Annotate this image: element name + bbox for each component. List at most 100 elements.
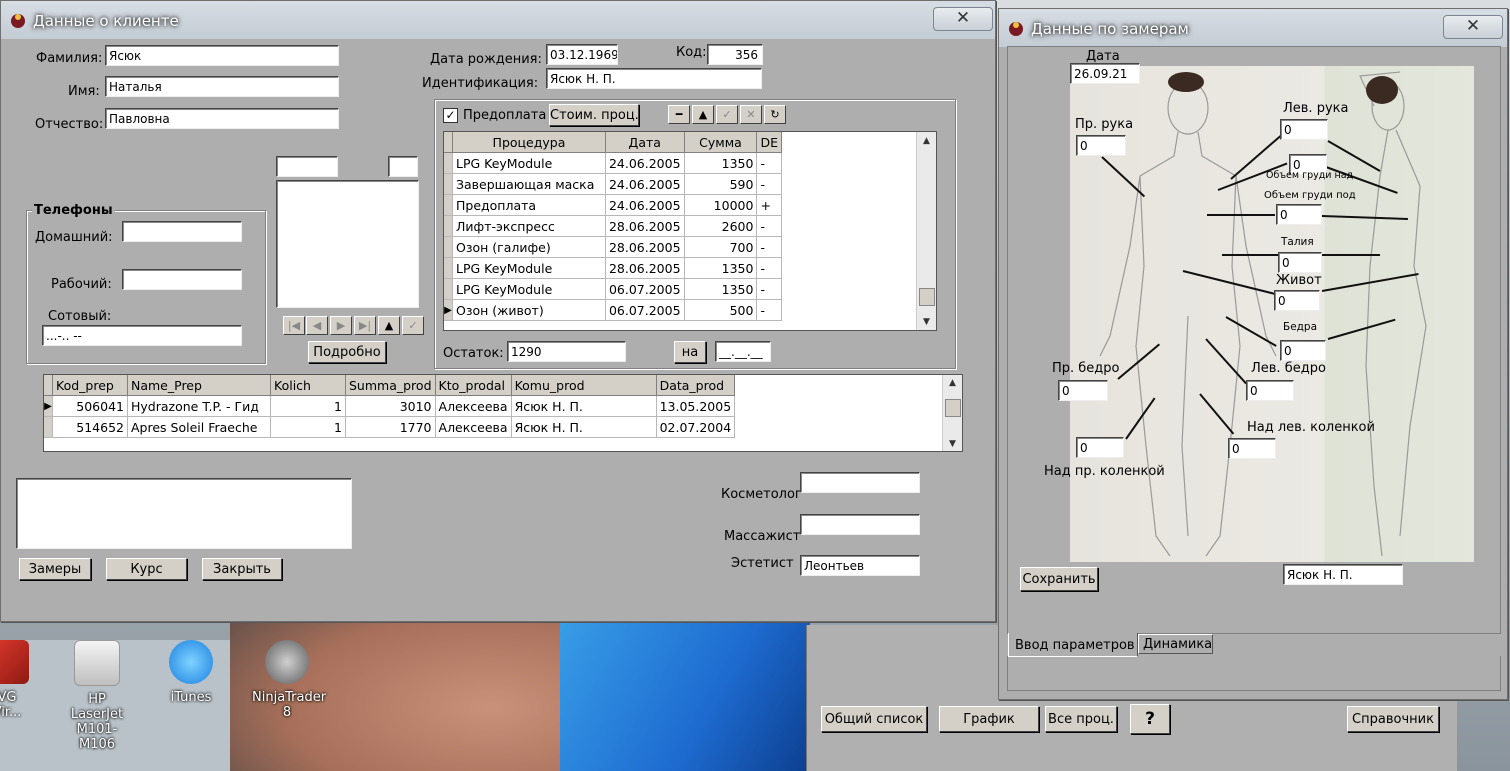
help-button[interactable]: ?	[1130, 704, 1170, 734]
procedures-scrollbar[interactable]: ▲ ▼	[916, 132, 936, 330]
nav-insert-icon[interactable]: ▲	[378, 316, 400, 335]
table-row[interactable]: 514652 Apres Soleil Fraeche 1 1770 Алекс…	[44, 416, 736, 438]
desktop-icon-ninjatrader[interactable]: NinjaTrader 8	[252, 640, 326, 720]
column-header[interactable]: Summa_prod	[345, 375, 436, 396]
column-header[interactable]: Kto_prodal	[435, 375, 512, 396]
cosmetologist-field[interactable]	[800, 472, 920, 493]
hips-field[interactable]: 0	[1280, 340, 1326, 361]
column-header[interactable]: DE	[756, 132, 782, 153]
column-header[interactable]: Сумма	[684, 132, 758, 153]
measure-date-field[interactable]: 26.09.21	[1070, 63, 1140, 84]
chest-under-pointer	[1207, 214, 1275, 216]
table-row[interactable]: Завершающая маска 24.06.2005 590-	[444, 173, 782, 195]
left-arm-field[interactable]: 0	[1280, 119, 1328, 140]
table-row[interactable]: ▶ 506041 Hydrazone T.P. - Гид 1 3010 Але…	[44, 395, 736, 417]
right-arm-field[interactable]: 0	[1076, 135, 1126, 156]
nav-cancel-icon[interactable]: ✕	[740, 105, 762, 124]
comment-memo[interactable]	[16, 478, 352, 549]
mobile-phone-field[interactable]: ...-.. --	[42, 325, 242, 346]
scroll-up-icon[interactable]: ▲	[917, 136, 936, 146]
chart-button[interactable]: График	[939, 706, 1039, 732]
desktop-icon-hp-laserjet[interactable]: HP LaserJet M101-M106	[62, 640, 132, 752]
right-knee-field[interactable]: 0	[1076, 437, 1124, 458]
chest-under-field[interactable]: 0	[1276, 204, 1322, 225]
notes-memo[interactable]	[276, 180, 419, 308]
table-row[interactable]: Предоплата 24.06.2005 10000 +	[444, 194, 782, 216]
esthetician-field[interactable]: Леонтьев	[800, 555, 920, 576]
save-button[interactable]: Сохранить	[1020, 567, 1098, 591]
waist-field[interactable]: 0	[1278, 252, 1322, 273]
left-knee-field[interactable]: 0	[1228, 438, 1276, 459]
nav-delete-icon[interactable]: ━	[668, 105, 690, 124]
na-date-field[interactable]: __.__.__	[715, 341, 771, 362]
scroll-down-icon[interactable]: ▼	[943, 439, 962, 449]
nav-first-icon[interactable]: |◀	[283, 316, 305, 335]
measure-client-name-field[interactable]: Ясюк Н. П.	[1283, 564, 1403, 585]
table-row[interactable]: ▶ Озон (живот) 06.07.2005 500-	[444, 299, 782, 321]
table-row[interactable]: Озон (галифе) 28.06.2005 700-	[444, 236, 782, 258]
surname-field[interactable]: Ясюк	[105, 45, 339, 66]
table-row[interactable]: Лифт-экспресс 28.06.2005 2600-	[444, 215, 782, 237]
nav-post-icon[interactable]: ✓	[716, 105, 738, 124]
measures-button[interactable]: Замеры	[19, 558, 91, 580]
nav-next-icon[interactable]: ▶	[330, 316, 352, 335]
work-phone-field[interactable]	[122, 269, 242, 290]
column-header[interactable]: Kod_prep	[52, 375, 128, 396]
close-icon[interactable]: ✕	[1443, 15, 1503, 39]
close-button[interactable]: Закрыть	[202, 558, 282, 580]
seller-cell: Алексеева	[435, 395, 512, 417]
na-button[interactable]: на	[674, 341, 706, 363]
course-button[interactable]: Курс	[106, 558, 187, 580]
patronymic-field[interactable]: Павловна	[105, 108, 339, 129]
close-icon[interactable]: ✕	[933, 7, 993, 31]
measure-window-title: Данные по замерам	[1031, 20, 1189, 38]
table-row[interactable]: LPG KeyModule 24.06.2005 1350-	[444, 152, 782, 174]
all-procedures-button[interactable]: Все проц.	[1045, 706, 1117, 732]
products-scrollbar[interactable]: ▲ ▼	[942, 375, 962, 451]
de-cell: -	[756, 215, 782, 237]
procedures-table[interactable]: Процедура Дата Сумма DE LPG KeyModule 24.…	[443, 131, 937, 331]
detail-button[interactable]: Подробно	[308, 341, 386, 363]
desktop-icon-avg[interactable]: VG Vir...	[0, 640, 42, 720]
sum-cell: 1350	[684, 278, 758, 300]
nav-insert-icon[interactable]: ▲	[692, 105, 714, 124]
note-field-right[interactable]	[388, 156, 418, 177]
column-header[interactable]: Data_prod	[656, 375, 736, 396]
note-field-left[interactable]	[276, 156, 338, 177]
scroll-thumb[interactable]	[945, 399, 961, 417]
nav-last-icon[interactable]: ▶|	[354, 316, 376, 335]
nav-post-icon[interactable]: ✓	[402, 316, 424, 335]
de-cell: -	[756, 173, 782, 195]
scroll-thumb[interactable]	[919, 288, 935, 306]
identification-field[interactable]: Ясюк Н. П.	[546, 68, 762, 89]
column-header[interactable]: Kolich	[270, 375, 346, 396]
products-table[interactable]: Kod_prep Name_Prep Kolich Summa_prod Kto…	[43, 374, 963, 452]
table-row[interactable]: LPG KeyModule 28.06.2005 1350-	[444, 257, 782, 279]
cost-procedures-button[interactable]: Стоим. проц.	[549, 104, 639, 126]
tab-dynamics[interactable]: Динамика	[1138, 634, 1213, 654]
current-row-marker-icon: ▶	[44, 395, 53, 417]
prepay-checkbox[interactable]: ✓	[443, 108, 458, 123]
birth-date-field[interactable]: 03.12.1969	[546, 44, 618, 65]
column-header[interactable]: Komu_prod	[511, 375, 657, 396]
right-thigh-field[interactable]: 0	[1058, 380, 1108, 401]
code-field[interactable]: 356	[707, 44, 763, 65]
column-header[interactable]: Дата	[605, 132, 685, 153]
balance-field[interactable]: 1290	[507, 341, 626, 362]
masseur-field[interactable]	[800, 514, 920, 535]
table-row[interactable]: LPG KeyModule 06.07.2005 1350-	[444, 278, 782, 300]
scroll-up-icon[interactable]: ▲	[943, 378, 962, 388]
general-list-button[interactable]: Общий список	[821, 706, 927, 732]
home-phone-field[interactable]	[122, 221, 242, 242]
belly-field[interactable]: 0	[1274, 290, 1320, 311]
scroll-down-icon[interactable]: ▼	[917, 317, 936, 327]
nav-prev-icon[interactable]: ◀	[306, 316, 328, 335]
left-thigh-field[interactable]: 0	[1246, 380, 1294, 401]
name-field[interactable]: Наталья	[105, 76, 339, 97]
reference-button[interactable]: Справочник	[1347, 706, 1439, 732]
nav-refresh-icon[interactable]: ↻	[764, 105, 786, 124]
tab-input-params[interactable]: Ввод параметров	[1008, 633, 1138, 657]
column-header[interactable]: Name_Prep	[127, 375, 271, 396]
desktop-icon-itunes[interactable]: iTunes	[156, 640, 226, 705]
column-header[interactable]: Процедура	[452, 132, 606, 153]
